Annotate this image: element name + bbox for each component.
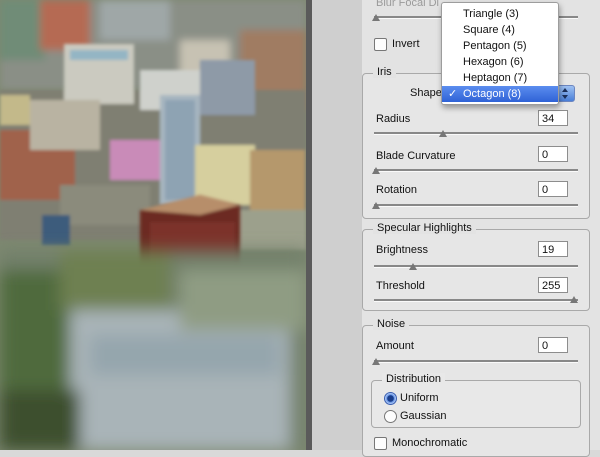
blade-curvature-thumb[interactable] — [372, 167, 380, 174]
threshold-input[interactable]: 255 — [538, 277, 568, 293]
distribution-group-title: Distribution — [382, 373, 446, 385]
rotation-label: Rotation — [376, 184, 417, 196]
brightness-thumb[interactable] — [409, 263, 417, 270]
shape-option-octagon[interactable]: ✓ Octagon (8) — [442, 86, 558, 102]
blur-focal-distance-label: Blur Focal Di — [376, 0, 439, 9]
radius-thumb[interactable] — [439, 130, 447, 137]
blur-focal-distance-thumb[interactable] — [372, 14, 380, 21]
brightness-input[interactable]: 19 — [538, 241, 568, 257]
radius-input[interactable]: 34 — [538, 110, 568, 126]
shape-option-heptagon[interactable]: Heptagon (7) — [442, 70, 558, 86]
shape-dropdown-menu: Triangle (3) Square (4) Pentagon (5) Hex… — [441, 2, 559, 105]
shape-option-label: Octagon (8) — [463, 88, 522, 100]
iris-group-title: Iris — [373, 66, 396, 78]
shape-option-label: Square (4) — [463, 24, 515, 36]
threshold-label: Threshold — [376, 280, 425, 292]
checkmark-icon: ✓ — [448, 88, 458, 100]
monochromatic-label: Monochromatic — [392, 437, 468, 449]
radius-track[interactable] — [374, 132, 578, 135]
panel-gutter — [312, 0, 362, 450]
noise-group-title: Noise — [373, 318, 410, 330]
uniform-radio[interactable] — [384, 392, 397, 405]
threshold-track[interactable] — [374, 299, 578, 302]
shape-option-square[interactable]: Square (4) — [442, 22, 558, 38]
gaussian-radio[interactable] — [384, 410, 397, 423]
shape-option-triangle[interactable]: Triangle (3) — [442, 6, 558, 22]
rotation-track[interactable] — [374, 204, 578, 207]
rotation-thumb[interactable] — [372, 202, 380, 209]
amount-input[interactable]: 0 — [538, 337, 568, 353]
blade-curvature-track[interactable] — [374, 169, 578, 172]
invert-checkbox[interactable] — [374, 38, 387, 51]
amount-track[interactable] — [374, 360, 578, 363]
monochromatic-checkbox[interactable] — [374, 437, 387, 450]
shape-option-label: Heptagon (7) — [463, 72, 528, 84]
specular-highlights-title: Specular Highlights — [373, 222, 476, 234]
amount-label: Amount — [376, 340, 414, 352]
radius-label: Radius — [376, 113, 411, 125]
uniform-label: Uniform — [400, 392, 439, 404]
shape-option-pentagon[interactable]: Pentagon (5) — [442, 38, 558, 54]
shape-option-label: Hexagon (6) — [463, 56, 524, 68]
amount-thumb[interactable] — [372, 358, 380, 365]
shape-label: Shape — [410, 87, 442, 99]
brightness-track[interactable] — [374, 265, 578, 268]
blade-curvature-label: Blade Curvature — [376, 150, 456, 162]
gaussian-label: Gaussian — [400, 410, 447, 422]
rotation-input[interactable]: 0 — [538, 181, 568, 197]
invert-label: Invert — [392, 38, 420, 50]
brightness-label: Brightness — [376, 244, 428, 256]
shape-option-hexagon[interactable]: Hexagon (6) — [442, 54, 558, 70]
shape-option-label: Triangle (3) — [463, 8, 519, 20]
blade-curvature-input[interactable]: 0 — [538, 146, 568, 162]
shape-option-label: Pentagon (5) — [463, 40, 527, 52]
image-preview — [0, 0, 306, 450]
threshold-thumb[interactable] — [570, 296, 578, 303]
